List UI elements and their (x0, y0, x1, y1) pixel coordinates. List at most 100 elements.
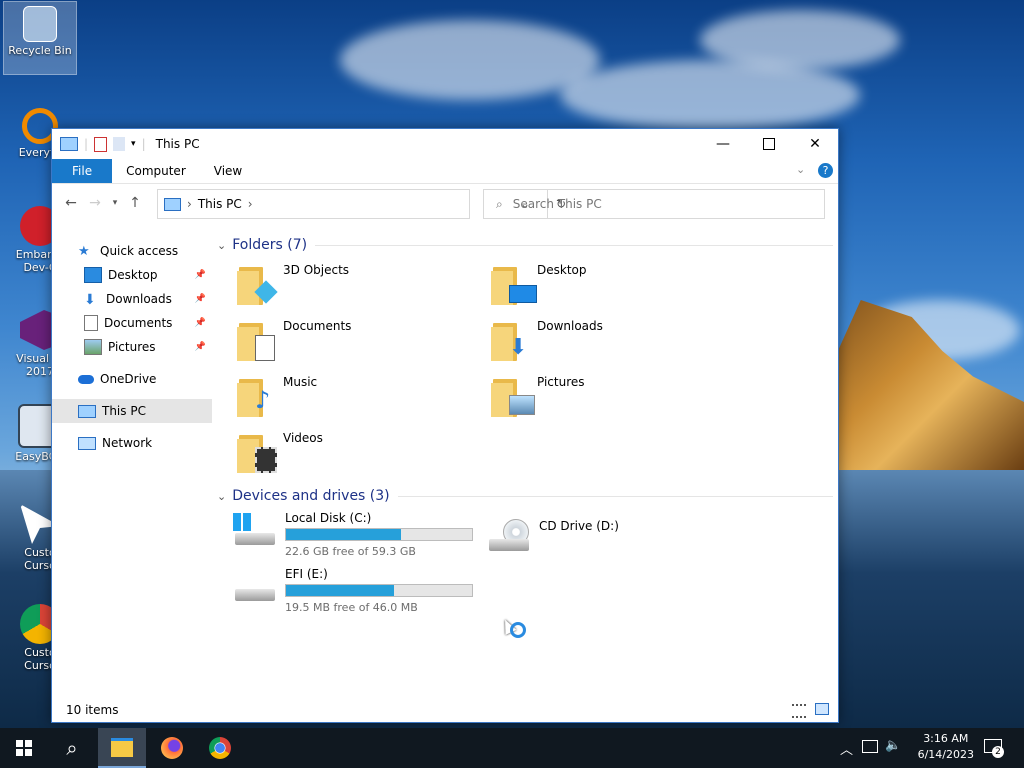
nav-onedrive[interactable]: OneDrive (52, 367, 212, 391)
pin-icon[interactable]: 📌 (195, 294, 206, 304)
clock[interactable]: 3:16 AM 6/14/2023 (918, 731, 974, 763)
details-view-icon[interactable] (792, 704, 806, 718)
hard-drive-icon (233, 567, 277, 607)
nav-label: Quick access (100, 244, 179, 258)
cloud (560, 60, 860, 130)
taskbar-file-explorer[interactable] (98, 728, 146, 768)
arrow-up-icon: ↑ (129, 195, 141, 211)
forward-button[interactable]: → (83, 195, 107, 211)
windows-logo-icon (16, 740, 32, 756)
help-icon[interactable]: ? (818, 163, 833, 178)
nav-this-pc[interactable]: This PC (52, 399, 212, 423)
desktop-icon-label: Recycle Bin (8, 44, 72, 57)
chevron-down-icon[interactable]: ▾ (131, 139, 136, 149)
new-folder-icon[interactable] (113, 137, 126, 151)
taskbar: ⌕ ︿ 🔈 3:16 AM 6/14/2023 2 (0, 728, 1024, 768)
windows-logo-icon (233, 513, 251, 531)
breadcrumb-separator: › (187, 197, 192, 211)
pin-icon[interactable]: 📌 (195, 270, 206, 280)
action-center-button[interactable]: 2 (982, 736, 1006, 758)
nav-label: Documents (104, 316, 173, 330)
folder-label: Documents (283, 319, 352, 333)
close-icon: ✕ (809, 136, 821, 152)
folder-3d-objects[interactable]: 3D Objects (237, 263, 477, 313)
tab-file[interactable]: File (52, 159, 113, 183)
explorer-window: | ▾ | This PC — ✕ File Computer View ⌄ ?… (51, 128, 839, 723)
divider: | (141, 137, 146, 151)
folder-documents[interactable]: Documents (237, 319, 477, 369)
nav-downloads[interactable]: ⬇ Downloads 📌 (52, 287, 212, 311)
drive-label: Local Disk (C:) (285, 511, 372, 525)
folder-pictures[interactable]: Pictures (491, 375, 731, 425)
desktop-icon-recycle-bin[interactable]: Recycle Bin (3, 1, 77, 75)
drive-d[interactable]: CD Drive (D:) (487, 519, 737, 569)
cloud (340, 20, 600, 100)
divider (315, 244, 833, 246)
nav-quick-access[interactable]: ★ Quick access (52, 239, 212, 263)
divider (397, 495, 833, 497)
nav-label: Desktop (108, 268, 158, 282)
download-icon: ⬇ (84, 292, 96, 308)
taskbar-chrome[interactable] (196, 728, 244, 768)
breadcrumb-this-pc[interactable]: This PC (198, 197, 242, 211)
up-button[interactable]: ↑ (123, 195, 147, 211)
pin-icon[interactable]: 📌 (195, 342, 206, 352)
properties-icon[interactable] (94, 136, 108, 152)
pin-icon[interactable]: 📌 (195, 318, 206, 328)
nav-pictures[interactable]: Pictures 📌 (52, 335, 212, 359)
folder-downloads[interactable]: ⬇ Downloads (491, 319, 731, 369)
cloud (700, 10, 900, 70)
recycle-bin-icon (23, 6, 57, 42)
recent-locations-button[interactable]: ▾ (107, 198, 123, 208)
start-button[interactable] (0, 728, 48, 768)
tab-view[interactable]: View (200, 159, 256, 183)
nav-network[interactable]: Network (52, 431, 212, 455)
search-box[interactable]: ⌕ Search This PC (483, 189, 825, 219)
folder-music[interactable]: ♪ Music (237, 375, 477, 425)
back-button[interactable]: ← (59, 195, 83, 211)
firefox-icon (161, 737, 183, 759)
desktop-icon (84, 267, 102, 283)
taskbar-firefox[interactable] (148, 728, 196, 768)
show-hidden-icons-chevron-icon[interactable]: ︿ (840, 739, 853, 758)
drive-label: EFI (E:) (285, 567, 328, 581)
drive-free-space: 22.6 GB free of 59.3 GB (285, 545, 416, 558)
folder-icon (111, 737, 133, 757)
folder-desktop[interactable]: Desktop (491, 263, 731, 313)
maximize-button[interactable] (746, 129, 792, 159)
address-bar[interactable]: › This PC › ⌄ ↻ (157, 189, 566, 219)
minimize-button[interactable]: — (700, 129, 746, 159)
volume-muted-icon[interactable]: 🔈 (885, 738, 901, 753)
title-bar: | ▾ | This PC — ✕ (52, 129, 838, 159)
computer-icon[interactable] (60, 137, 78, 151)
folder-icon (237, 431, 277, 475)
folder-icon (237, 319, 277, 363)
search-button[interactable]: ⌕ (48, 728, 96, 768)
folder-videos[interactable]: Videos (237, 431, 477, 481)
picture-icon (84, 339, 102, 355)
tab-computer[interactable]: Computer (112, 159, 200, 183)
document-icon (84, 315, 98, 331)
folder-label: Desktop (537, 263, 587, 277)
nav-documents[interactable]: Documents 📌 (52, 311, 212, 335)
drives-group-header[interactable]: ⌄ Devices and drives (3) (217, 486, 833, 506)
minimize-icon: — (716, 136, 730, 152)
nav-desktop[interactable]: Desktop 📌 (52, 263, 212, 287)
monitor-icon (509, 285, 537, 303)
drive-c[interactable]: Local Disk (C:) 22.6 GB free of 59.3 GB (233, 511, 483, 561)
close-button[interactable]: ✕ (792, 129, 838, 159)
folder-label: Pictures (537, 375, 585, 389)
chrome-icon (209, 737, 231, 759)
drive-usage-fill (286, 585, 394, 596)
network-status-icon[interactable] (862, 740, 878, 753)
arrow-left-icon: ← (65, 195, 77, 211)
large-icons-view-icon[interactable] (815, 703, 829, 715)
search-icon: ⌕ (496, 196, 503, 211)
computer-icon (164, 197, 181, 211)
drive-usage-bar (285, 528, 473, 541)
expand-ribbon-icon[interactable]: ⌄ (796, 163, 805, 176)
maximize-icon (763, 138, 775, 150)
folders-group-header[interactable]: ⌄ Folders (7) (217, 235, 833, 255)
drive-e[interactable]: EFI (E:) 19.5 MB free of 46.0 MB (233, 567, 483, 617)
group-title: Devices and drives (3) (232, 488, 390, 504)
